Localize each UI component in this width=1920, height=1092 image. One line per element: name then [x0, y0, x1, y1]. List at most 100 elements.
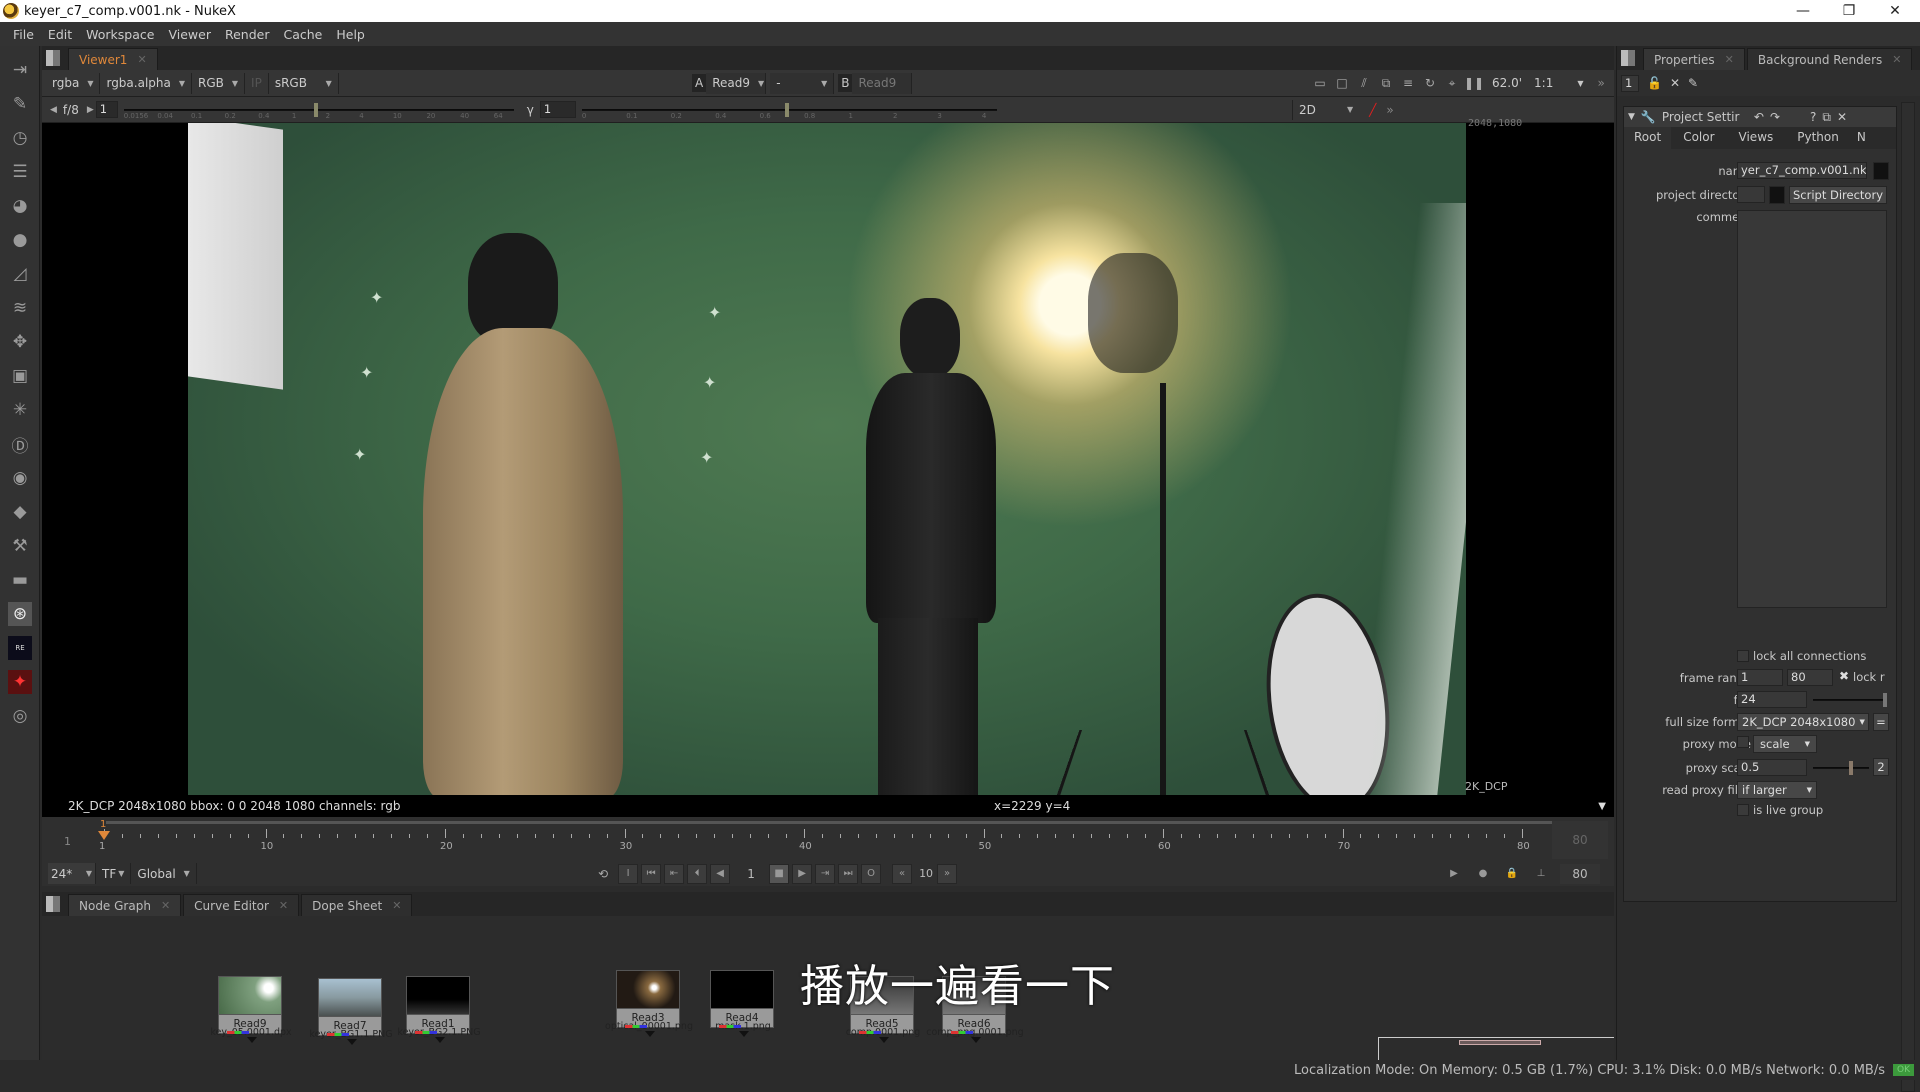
- last-frame-button[interactable]: ⏭: [838, 863, 859, 884]
- range-mode-dropdown[interactable]: Global ▼: [131, 863, 197, 884]
- favorites-icon[interactable]: ◎: [8, 704, 32, 728]
- node-output-arrow[interactable]: [347, 1039, 357, 1045]
- node-output-arrow[interactable]: [971, 1037, 981, 1043]
- input-a-dropdown[interactable]: Read9 ▼: [706, 72, 767, 94]
- playhead-marker[interactable]: [98, 831, 110, 840]
- display-channels-dropdown[interactable]: RGB ▼: [192, 72, 246, 94]
- read-proxy-files-dropdown[interactable]: if larger ▼: [1737, 781, 1817, 799]
- frame-range-end-field[interactable]: 80: [1787, 669, 1833, 686]
- node-output-arrow[interactable]: [435, 1037, 445, 1043]
- name-field[interactable]: yer_c7_comp.v001.nk: [1737, 162, 1867, 179]
- proxy-scale-button[interactable]: 2: [1873, 758, 1889, 776]
- render-icon[interactable]: ●: [1473, 864, 1493, 884]
- roi-icon[interactable]: ▭: [1310, 74, 1330, 92]
- flipbook-icon[interactable]: ▶: [1444, 864, 1464, 884]
- tab-properties[interactable]: Properties ✕: [1643, 48, 1745, 70]
- image-icon[interactable]: ⇥: [8, 58, 32, 82]
- lock-icon[interactable]: 🔓: [1647, 76, 1662, 90]
- re-vision-icon[interactable]: RE: [8, 636, 32, 660]
- timeline-end[interactable]: 80: [1552, 821, 1608, 859]
- proxy-mode-dropdown[interactable]: scale ▼: [1753, 735, 1817, 753]
- channel-icon[interactable]: ☰: [8, 160, 32, 184]
- close-tab-icon[interactable]: ✕: [1892, 53, 1901, 66]
- clipping-icon[interactable]: ⫽: [1354, 74, 1374, 92]
- expand-icon[interactable]: »: [1386, 103, 1393, 117]
- format-edit-button[interactable]: =: [1873, 713, 1889, 731]
- particles-icon[interactable]: ✳: [8, 398, 32, 422]
- playback-mode-icon[interactable]: ⟲: [598, 867, 608, 881]
- color-icon[interactable]: ◕: [8, 194, 32, 218]
- menu-workspace[interactable]: Workspace: [79, 27, 161, 42]
- compare-op-dropdown[interactable]: - ▼: [770, 72, 835, 94]
- read-node[interactable]: Read4 mask.1.png: [710, 970, 774, 1037]
- alpha-channel-dropdown[interactable]: rgba.alpha ▼: [100, 72, 193, 94]
- subtab-root[interactable]: Root: [1624, 127, 1672, 149]
- undo-icon[interactable]: ↶: [1754, 110, 1764, 124]
- menu-render[interactable]: Render: [218, 27, 277, 42]
- fps-dropdown[interactable]: 24* ▼: [48, 863, 96, 884]
- panel-menu-icon[interactable]: [46, 896, 60, 912]
- chevron-down-icon[interactable]: ▼: [1577, 79, 1583, 88]
- frame-range-start-field[interactable]: 1: [1737, 669, 1783, 686]
- tab-node-graph[interactable]: Node Graph ✕: [68, 894, 182, 916]
- keyer-icon[interactable]: ◿: [8, 262, 32, 286]
- lock-range-icon[interactable]: 🔒: [1502, 864, 1522, 884]
- help-icon[interactable]: ?: [1810, 110, 1816, 124]
- close-tab-icon[interactable]: ✕: [1725, 53, 1734, 66]
- gamma-field[interactable]: 1: [539, 101, 576, 118]
- merge-icon[interactable]: ≋: [8, 296, 32, 320]
- read-node[interactable]: Read1 keyer_BG2.1.PNG: [397, 976, 481, 1043]
- float-icon[interactable]: ⧉: [1822, 110, 1831, 125]
- tab-dope-sheet[interactable]: Dope Sheet ✕: [301, 894, 413, 916]
- other-icon[interactable]: ▬: [8, 568, 32, 592]
- menu-edit[interactable]: Edit: [41, 27, 79, 42]
- stop-button[interactable]: ■: [769, 863, 790, 884]
- close-tab-icon[interactable]: ✕: [137, 53, 146, 66]
- zoom-level[interactable]: 62.0': [1492, 76, 1522, 90]
- proxy-scale-thumb[interactable]: [1849, 761, 1853, 775]
- ip-button[interactable]: IP: [245, 72, 269, 94]
- tab-curve-editor[interactable]: Curve Editor ✕: [183, 894, 300, 916]
- fps-field[interactable]: 24: [1737, 691, 1807, 708]
- subtab-color[interactable]: Color: [1671, 127, 1726, 149]
- read-node[interactable]: Read7 keyer_BG1.1.PNG: [309, 978, 393, 1045]
- views-icon[interactable]: ◉: [8, 466, 32, 490]
- skip-increment-field[interactable]: 10: [915, 867, 937, 880]
- menu-cache[interactable]: Cache: [276, 27, 329, 42]
- node-output-arrow[interactable]: [879, 1037, 889, 1043]
- timeline-ruler-icon[interactable]: ⊥: [1531, 864, 1551, 884]
- 3d-icon[interactable]: ▣: [8, 364, 32, 388]
- next-keyframe-button[interactable]: ⇥: [815, 863, 836, 884]
- gamma-slider[interactable]: 0 0.1 0.2 0.4 0.6 0.8 1 2 3 4: [581, 100, 1002, 120]
- deep-icon[interactable]: Ⓓ: [8, 432, 32, 457]
- channels-dropdown[interactable]: rgba ▼: [46, 72, 101, 94]
- timeline[interactable]: 1 1 10 20 30 40 50 60 70 80 1 80: [42, 817, 1614, 861]
- gain-increase-icon[interactable]: ▶: [87, 105, 94, 115]
- node-output-arrow[interactable]: [247, 1037, 257, 1043]
- subtab-views[interactable]: Views: [1727, 127, 1786, 149]
- close-button[interactable]: ✕: [1872, 0, 1918, 22]
- transform-icon[interactable]: ✥: [8, 330, 32, 354]
- toolsets-icon[interactable]: ⚒: [8, 534, 32, 558]
- prev-keyframe-button[interactable]: ⇤: [664, 863, 685, 884]
- view-mode-value[interactable]: 2D: [1299, 103, 1347, 117]
- first-frame-button[interactable]: ⏮: [641, 863, 662, 884]
- end-frame-field[interactable]: 80: [1560, 863, 1600, 884]
- play-forward-button[interactable]: ▶: [792, 863, 813, 884]
- tf-dropdown[interactable]: TF ▼: [96, 863, 132, 884]
- gain-slider-thumb[interactable]: [313, 102, 318, 117]
- play-backward-button[interactable]: ◀: [710, 863, 731, 884]
- gain-field[interactable]: 1: [95, 101, 118, 118]
- script-directory-button[interactable]: Script Directory: [1789, 186, 1887, 204]
- color-picker-icon[interactable]: ╱: [1369, 103, 1376, 117]
- minimize-button[interactable]: —: [1780, 0, 1826, 22]
- tab-background-renders[interactable]: Background Renders ✕: [1746, 48, 1913, 70]
- gamma-slider-thumb[interactable]: [784, 102, 789, 117]
- lock-range-checkbox[interactable]: ✖: [1839, 669, 1849, 683]
- time-icon[interactable]: ◷: [8, 126, 32, 150]
- lut-dropdown[interactable]: sRGB ▼: [269, 72, 339, 94]
- clear-panels-icon[interactable]: ✕: [1670, 76, 1680, 90]
- guides-icon[interactable]: ≡: [1398, 74, 1418, 92]
- menu-help[interactable]: Help: [329, 27, 372, 42]
- refresh-icon[interactable]: ↻: [1420, 74, 1440, 92]
